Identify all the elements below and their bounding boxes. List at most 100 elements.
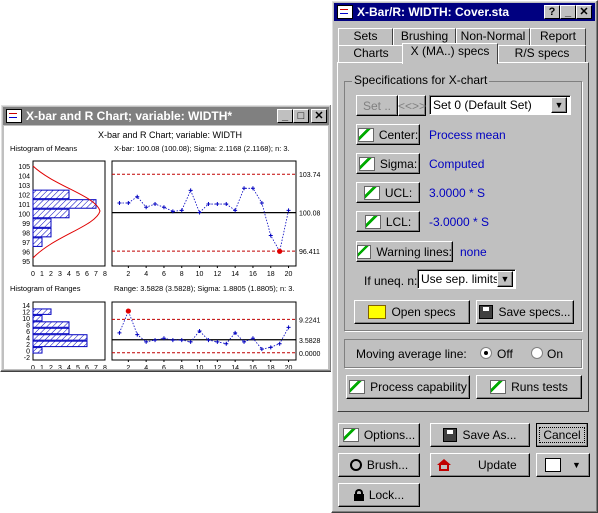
ucl-button[interactable]: UCL: [356, 182, 420, 203]
hist-means-title: Histogram of Means [10, 144, 77, 153]
y-tick-label: 100 [18, 212, 30, 219]
x-tick-label: 20 [285, 365, 293, 369]
center-value: Process mean [429, 128, 506, 142]
maximize-button[interactable]: □ [293, 109, 309, 123]
cancel-button[interactable]: Cancel [536, 423, 588, 447]
chart-window-title: X-bar and R Chart; variable: WIDTH* [26, 109, 233, 123]
x-tick-label: 1 [40, 271, 44, 278]
y-tick-label: 99 [22, 221, 30, 228]
tab-charts[interactable]: Charts [338, 45, 404, 62]
floppy-disk-icon [443, 428, 458, 442]
histogram-bar [32, 314, 43, 322]
unequal-n-label: If uneq. n: [364, 274, 418, 288]
floppy-disk-icon [479, 305, 494, 319]
histogram-bar [32, 327, 70, 335]
lock-icon [353, 489, 364, 501]
minimize-button[interactable]: _ [560, 5, 576, 19]
center-button[interactable]: Center: [356, 124, 420, 145]
chevron-down-icon[interactable]: ▼ [497, 271, 513, 287]
x-tick-label: 8 [103, 365, 107, 369]
brush-button[interactable]: Brush... [338, 453, 420, 477]
x-tick-label: 6 [162, 271, 166, 278]
warning-value: none [460, 245, 487, 259]
x-tick-label: 16 [249, 271, 257, 278]
save-specs-button[interactable]: Save specs... [476, 300, 574, 324]
ma-on-radio[interactable] [531, 347, 543, 359]
chart-canvas: X-bar and R Chart; variable: WIDTH Histo… [4, 126, 328, 369]
y-tick-label: 98 [22, 231, 30, 238]
lightning-arrow-icon [363, 185, 380, 200]
x-tick-label: 4 [144, 271, 148, 278]
graph-tools-button[interactable]: ▼ [536, 453, 590, 477]
save-as-button[interactable]: Save As... [430, 423, 530, 447]
ucl-label: 103.74 [299, 172, 321, 179]
out-of-control-point [277, 248, 283, 254]
x-tick-label: 6 [85, 271, 89, 278]
histogram-bar [32, 189, 70, 200]
y-tick-label: 104 [18, 173, 30, 180]
y-tick-label: 105 [18, 164, 30, 171]
x-tick-label: 20 [285, 271, 293, 278]
ma-off-radio[interactable] [480, 347, 492, 359]
set-button[interactable]: Set .. [356, 95, 398, 116]
x-tick-label: 4 [67, 271, 71, 278]
dialog-window: X-Bar/R: WIDTH: Cover.sta ? _ ✕ Sets Bru… [331, 0, 598, 513]
moving-average-label: Moving average line: [356, 347, 467, 361]
tab-x-ma-specs[interactable]: X (MA..) specs [402, 43, 498, 64]
tab-report[interactable]: Report [530, 28, 586, 45]
lcl-label: 96.411 [299, 249, 320, 256]
histogram-bar [32, 218, 52, 228]
histogram-bar [32, 237, 43, 247]
update-button[interactable]: Update [430, 453, 530, 477]
tab-sets[interactable]: Sets [338, 28, 393, 45]
dialog-icon [337, 5, 353, 19]
lightning-arrow-icon [357, 244, 372, 259]
tab-r-s-specs[interactable]: R/S specs [498, 45, 586, 62]
lightning-arrow-icon [357, 127, 374, 142]
ma-on-label[interactable]: On [547, 347, 563, 361]
specs-group [344, 81, 582, 331]
lightning-arrow-icon [490, 380, 507, 394]
dialog-titlebar[interactable]: X-Bar/R: WIDTH: Cover.sta ? _ ✕ [334, 3, 595, 21]
runs-tests-button[interactable]: Runs tests [476, 375, 582, 399]
close-button[interactable]: ✕ [576, 5, 592, 19]
control-chart-frame [111, 160, 297, 267]
x-tick-label: 6 [85, 365, 89, 369]
x-tick-label: 0 [31, 271, 35, 278]
histogram-bar [32, 227, 52, 238]
x-tick-label: 14 [231, 271, 239, 278]
x-tick-label: 4 [144, 365, 148, 369]
x-tick-label: 4 [67, 365, 71, 369]
sigma-button[interactable]: Sigma: [356, 153, 420, 174]
lcl-button[interactable]: LCL: [356, 211, 420, 232]
center-label: 3.5828 [299, 338, 321, 345]
set-select[interactable]: Set 0 (Default Set) ▼ [429, 95, 571, 115]
x-tick-label: 18 [267, 365, 275, 369]
x-tick-label: 6 [162, 365, 166, 369]
x-tick-label: 1 [40, 365, 44, 369]
open-specs-button[interactable]: Open specs [354, 300, 470, 324]
lock-button[interactable]: Lock... [338, 483, 420, 507]
unequal-n-select[interactable]: Use sep. limits ▼ [417, 269, 516, 289]
histogram-bar [32, 340, 88, 348]
ucl-value: 3.0000 * S [429, 186, 486, 200]
minimize-button[interactable]: _ [277, 109, 293, 123]
help-button[interactable]: ? [544, 5, 560, 19]
process-capability-button[interactable]: Process capability [346, 375, 470, 399]
close-button[interactable]: ✕ [311, 109, 327, 123]
options-button[interactable]: Options... [338, 423, 420, 447]
ma-off-label[interactable]: Off [497, 347, 513, 361]
dialog-title: X-Bar/R: WIDTH: Cover.sta [357, 5, 510, 19]
chart-window-titlebar[interactable]: X-bar and R Chart; variable: WIDTH* _ □ … [3, 107, 329, 125]
out-of-control-point [125, 308, 131, 314]
x-tick-label: 2 [49, 365, 53, 369]
chevron-down-icon[interactable]: ▼ [551, 97, 567, 113]
chart-window: X-bar and R Chart; variable: WIDTH* _ □ … [0, 104, 332, 372]
histogram-bar [32, 334, 88, 341]
warning-lines-button[interactable]: Warning lines: [356, 241, 453, 262]
x-tick-label: 10 [196, 271, 204, 278]
house-icon [437, 459, 451, 471]
histogram-bar [32, 199, 97, 209]
set-nav-button[interactable]: <<>> [398, 95, 426, 116]
x-tick-label: 5 [76, 365, 80, 369]
